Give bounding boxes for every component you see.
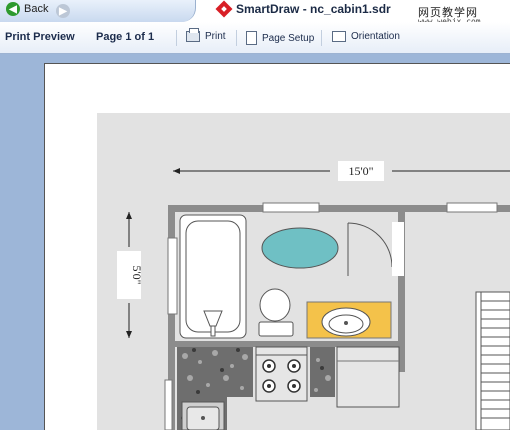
vanity-sink [306, 301, 392, 339]
bathroom-door [347, 222, 404, 276]
window [164, 379, 173, 430]
window [167, 237, 178, 315]
floor-plan-drawing: 15'0" 5'0" [117, 161, 510, 430]
window [446, 202, 498, 213]
height-dimension: 5'0" [117, 212, 144, 338]
height-dimension-label: 5'0" [130, 265, 144, 284]
stove [255, 346, 308, 402]
width-dimension: 15'0" [173, 161, 510, 181]
counter-wall [175, 341, 405, 347]
bathtub [179, 214, 247, 339]
oval-rug [261, 227, 339, 269]
staircase [475, 291, 510, 430]
toilet [258, 288, 294, 337]
kitchen-sink [181, 401, 225, 430]
window [262, 202, 320, 213]
refrigerator [336, 346, 400, 408]
width-dimension-label: 15'0" [348, 164, 373, 178]
